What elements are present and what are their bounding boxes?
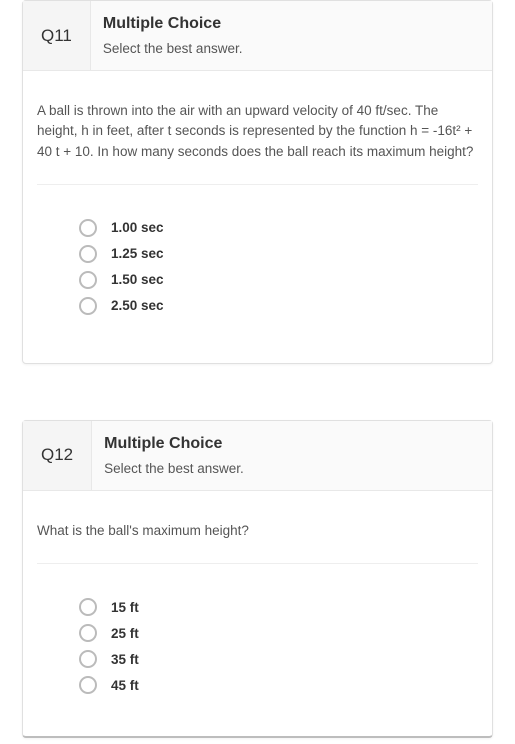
option-label: 1.25 sec [111, 246, 164, 261]
question-header-text: Multiple Choice Select the best answer. [92, 421, 492, 490]
question-card-11: Q11 Multiple Choice Select the best answ… [22, 0, 493, 364]
question-header: Q12 Multiple Choice Select the best answ… [23, 421, 492, 491]
option-row[interactable]: 15 ft [79, 598, 478, 616]
option-row[interactable]: 1.25 sec [79, 245, 478, 263]
option-row[interactable]: 45 ft [79, 676, 478, 694]
radio-icon[interactable] [79, 245, 97, 263]
radio-icon[interactable] [79, 271, 97, 289]
option-label: 2.50 sec [111, 298, 164, 313]
option-label: 25 ft [111, 626, 139, 641]
question-number: Q11 [23, 1, 91, 70]
question-prompt: What is the ball's maximum height? [37, 521, 478, 541]
option-row[interactable]: 35 ft [79, 650, 478, 668]
question-body: A ball is thrown into the air with an up… [23, 71, 492, 363]
option-row[interactable]: 25 ft [79, 624, 478, 642]
divider [37, 563, 478, 564]
question-type-label: Multiple Choice [103, 15, 476, 33]
question-number: Q12 [23, 421, 92, 490]
option-label: 35 ft [111, 652, 139, 667]
radio-icon[interactable] [79, 598, 97, 616]
radio-icon[interactable] [79, 650, 97, 668]
option-row[interactable]: 2.50 sec [79, 297, 478, 315]
divider [37, 184, 478, 185]
option-label: 1.50 sec [111, 272, 164, 287]
question-instruction: Select the best answer. [104, 461, 476, 476]
option-row[interactable]: 1.00 sec [79, 219, 478, 237]
question-body: What is the ball's maximum height? 15 ft… [23, 491, 492, 736]
question-type-label: Multiple Choice [104, 435, 476, 453]
question-card-12: Q12 Multiple Choice Select the best answ… [22, 420, 493, 738]
radio-icon[interactable] [79, 297, 97, 315]
question-prompt: A ball is thrown into the air with an up… [37, 101, 478, 162]
options-list: 1.00 sec 1.25 sec 1.50 sec 2.50 sec [37, 219, 478, 315]
options-list: 15 ft 25 ft 35 ft 45 ft [37, 598, 478, 694]
option-row[interactable]: 1.50 sec [79, 271, 478, 289]
question-instruction: Select the best answer. [103, 41, 476, 56]
option-label: 15 ft [111, 600, 139, 615]
radio-icon[interactable] [79, 624, 97, 642]
question-header: Q11 Multiple Choice Select the best answ… [23, 1, 492, 71]
option-label: 1.00 sec [111, 220, 164, 235]
radio-icon[interactable] [79, 676, 97, 694]
radio-icon[interactable] [79, 219, 97, 237]
question-header-text: Multiple Choice Select the best answer. [91, 1, 492, 70]
option-label: 45 ft [111, 678, 139, 693]
